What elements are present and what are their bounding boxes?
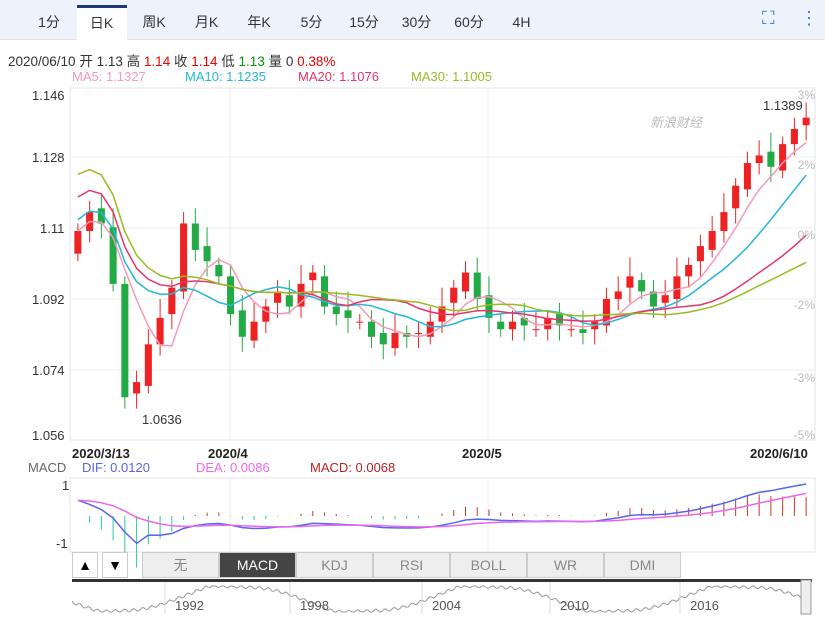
max-price-label: 1.1389: [763, 98, 803, 113]
candle-body: [497, 321, 505, 330]
candle-body: [74, 231, 82, 254]
pct-tick: 0%: [797, 228, 815, 242]
pct-tick: -2%: [793, 298, 815, 312]
candle-body: [379, 333, 387, 345]
navigator-year: 1992: [175, 598, 204, 613]
candle-body: [732, 185, 740, 209]
candle-body: [332, 306, 340, 315]
dif-legend: DIF: 0.0120: [82, 460, 150, 475]
x-label: 2020/6/10: [750, 446, 808, 461]
macd-legend: MACD: 0.0068: [310, 460, 396, 475]
x-label: 2020/4: [208, 446, 248, 461]
candle-body: [309, 272, 317, 281]
indicator-tab[interactable]: BOLL: [450, 552, 527, 578]
candle-body: [450, 287, 458, 303]
candle-body: [285, 295, 293, 307]
macd-tick: 1: [62, 478, 70, 493]
candle-body: [356, 321, 364, 323]
candle-body: [673, 276, 681, 299]
candle-body: [802, 117, 810, 126]
scroll-up-button[interactable]: ▲: [72, 552, 98, 578]
x-label: 2020/5: [462, 446, 502, 461]
y-tick: 1.056: [32, 428, 65, 443]
y-tick: 1.092: [32, 292, 65, 307]
dea-legend: DEA: 0.0086: [196, 460, 270, 475]
candle-body: [227, 276, 235, 315]
candle-body: [696, 246, 704, 262]
pct-tick: -3%: [793, 371, 815, 385]
macd-tick: -1: [56, 536, 68, 551]
pct-tick: -5%: [793, 428, 815, 442]
navigator-year: 2004: [432, 598, 461, 613]
candle-body: [121, 283, 129, 398]
kline-chart[interactable]: 1992 1998 2004 2010 2016: [0, 0, 825, 621]
candle-body: [203, 246, 211, 262]
x-label: 2020/3/13: [72, 446, 130, 461]
candle-body: [614, 291, 622, 299]
candle-body: [685, 265, 693, 277]
candle-body: [767, 151, 775, 167]
navigator-year: 2016: [690, 598, 719, 613]
candle-body: [391, 333, 399, 349]
candle-body: [743, 163, 751, 190]
candle-body: [168, 287, 176, 315]
candle-body: [661, 295, 669, 303]
indicator-tab[interactable]: WR: [527, 552, 604, 578]
candle-body: [720, 212, 728, 231]
candle-body: [508, 321, 516, 330]
candle-body: [708, 231, 716, 250]
candle-body: [238, 310, 246, 337]
y-tick: 1.128: [32, 150, 65, 165]
macd-label: MACD: [28, 460, 67, 475]
indicator-tab[interactable]: KDJ: [296, 552, 373, 578]
y-tick: 1.074: [32, 363, 65, 378]
indicator-tab[interactable]: MACD: [219, 552, 296, 578]
candle-body: [250, 321, 258, 341]
scroll-down-button[interactable]: ▼: [102, 552, 128, 578]
indicator-tab[interactable]: DMI: [604, 552, 681, 578]
navigator-year: 1998: [300, 598, 329, 613]
candle-body: [215, 265, 223, 277]
candle-body: [144, 344, 152, 386]
candle-body: [191, 223, 199, 250]
navigator-bar: [72, 579, 812, 582]
candle-body: [755, 155, 763, 163]
candle-body: [414, 333, 423, 334]
y-tick: 1.146: [32, 88, 65, 103]
sina-watermark: 新浪财经: [650, 115, 703, 130]
min-price-label: 1.0636: [142, 412, 182, 427]
pct-tick: 2%: [797, 158, 815, 172]
y-tick: 1.11: [40, 221, 65, 236]
candle-body: [461, 272, 470, 292]
indicator-tab[interactable]: 无: [142, 552, 219, 578]
candle-body: [567, 329, 575, 331]
candle-body: [790, 129, 798, 145]
candle-body: [532, 329, 540, 331]
candle-body: [344, 310, 352, 318]
candle-body: [368, 321, 376, 337]
indicator-tab[interactable]: RSI: [373, 552, 450, 578]
navigator-year: 2010: [560, 598, 589, 613]
candle-body: [626, 276, 634, 288]
candle-body: [638, 280, 646, 292]
candle-body: [473, 272, 481, 299]
candle-body: [579, 329, 587, 333]
candle-body: [133, 382, 141, 394]
navigator-handle[interactable]: [800, 579, 812, 615]
